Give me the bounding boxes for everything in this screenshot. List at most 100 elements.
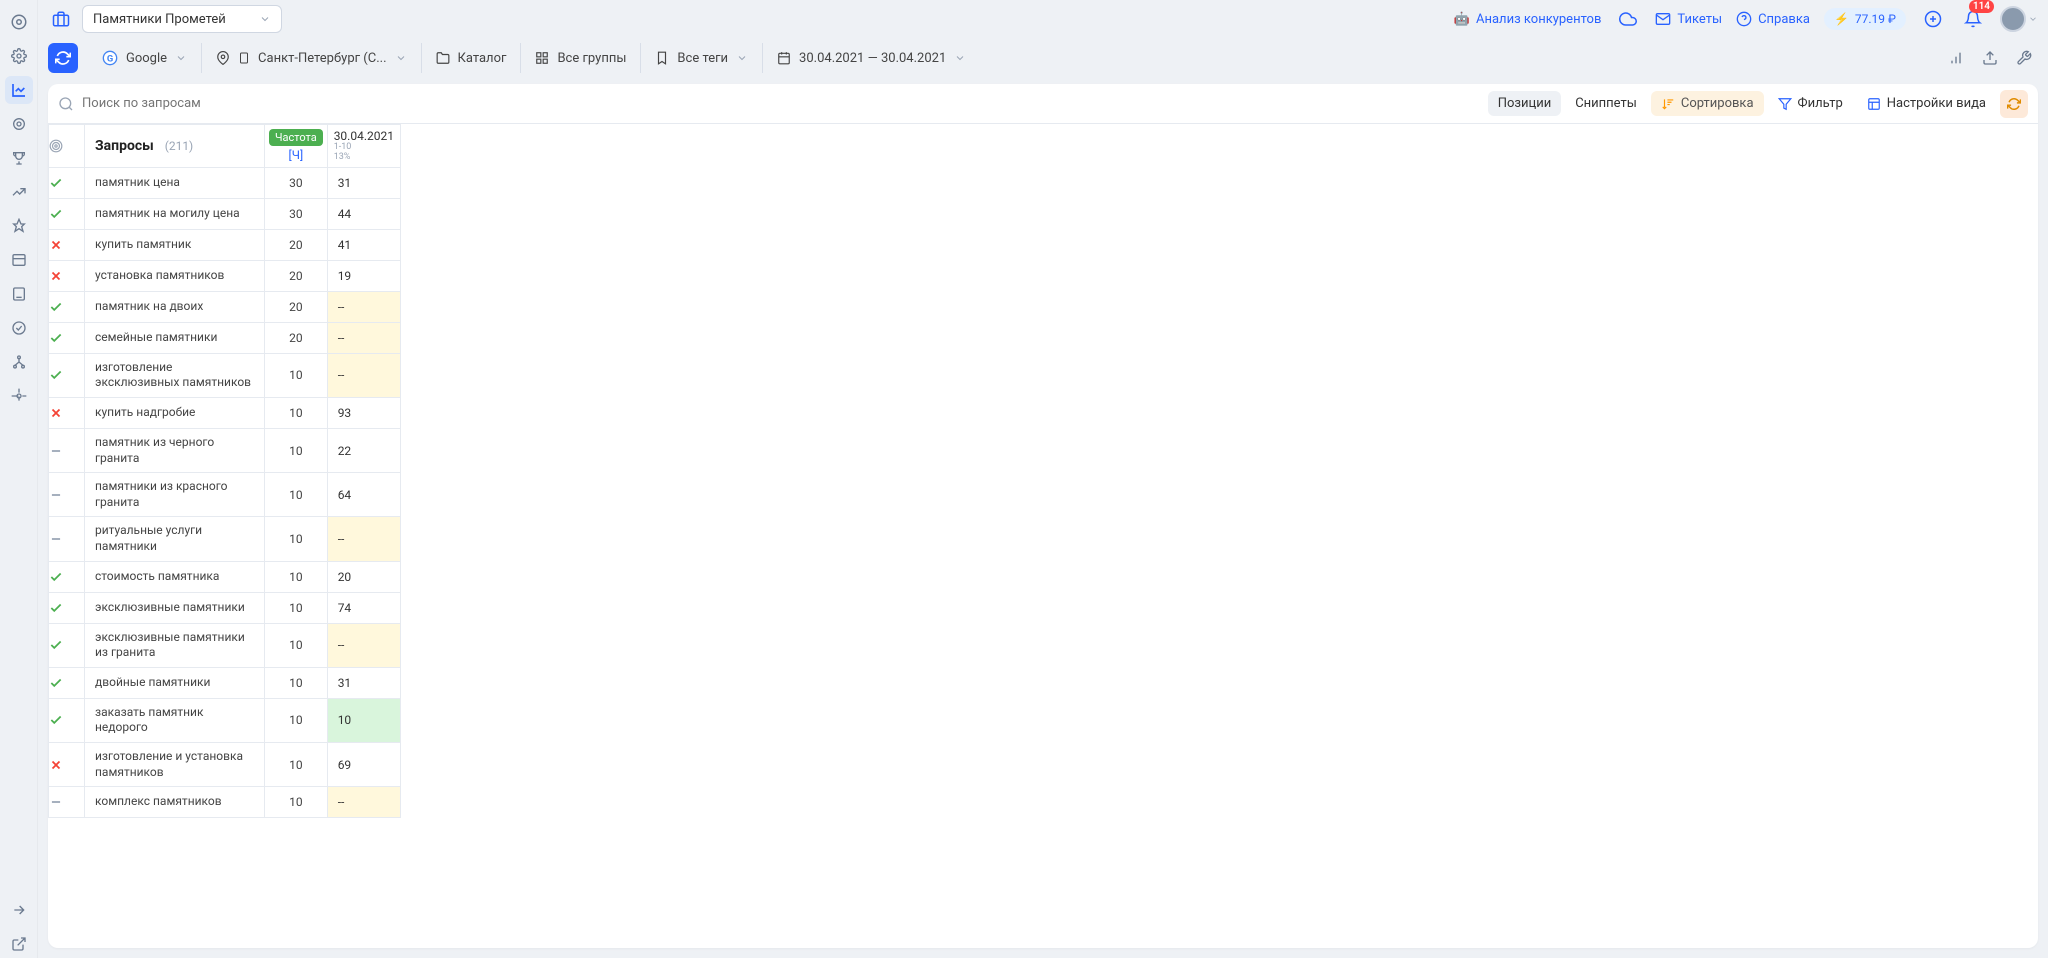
table-row[interactable]: памятник из черного гранита1022 <box>49 428 401 472</box>
user-menu[interactable] <box>2000 6 2038 32</box>
sort-icon <box>1661 97 1675 111</box>
snippets-tab[interactable]: Сниппеты <box>1565 91 1647 116</box>
query-cell: купить надгробие <box>85 397 265 428</box>
date-column-header[interactable]: 30.04.2021 1-10 13% <box>327 125 400 168</box>
position-cell: -- <box>327 322 400 353</box>
audit-icon[interactable] <box>5 314 33 342</box>
region-filter[interactable]: Санкт-Петербург (С... <box>201 43 420 73</box>
table-wrapper[interactable]: Запросы (211) Частота [Ч] 30.04.2021 1-1… <box>48 124 2038 948</box>
trophy-icon[interactable] <box>5 144 33 172</box>
table-row[interactable]: установка памятников2019 <box>49 260 401 291</box>
position-cell: 22 <box>327 428 400 472</box>
queries-table: Запросы (211) Частота [Ч] 30.04.2021 1-1… <box>48 124 401 818</box>
table-row[interactable]: изготовление и установка памятников1069 <box>49 742 401 786</box>
help-link[interactable]: Справка <box>1736 11 1810 27</box>
status-cell <box>49 742 85 786</box>
view-settings-button[interactable]: Настройки вида <box>1857 91 1996 116</box>
settings-icon[interactable] <box>5 382 33 410</box>
book-icon[interactable] <box>5 280 33 308</box>
cloud-sync-icon[interactable] <box>1615 6 1641 32</box>
table-row[interactable]: эксклюзивные памятники из гранита10-- <box>49 623 401 667</box>
query-cell: заказать памятник недорого <box>85 698 265 742</box>
table-row[interactable]: стоимость памятника1020 <box>49 561 401 592</box>
table-row[interactable]: двойные памятники1031 <box>49 667 401 698</box>
catalog-filter[interactable]: Каталог <box>421 43 521 73</box>
target-column-header[interactable] <box>49 125 85 168</box>
query-cell: установка памятников <box>85 260 265 291</box>
table-row[interactable]: комплекс памятников10-- <box>49 787 401 818</box>
status-cell <box>49 353 85 397</box>
sort-button[interactable]: Сортировка <box>1651 91 1764 116</box>
table-row[interactable]: эксклюзивные памятники1074 <box>49 592 401 623</box>
logo-icon[interactable] <box>5 8 33 36</box>
balance-pill[interactable]: ⚡ 77.19 ₽ <box>1824 8 1906 30</box>
position-cell: 20 <box>327 561 400 592</box>
stats-icon[interactable] <box>1942 44 1970 72</box>
trend-icon[interactable] <box>5 178 33 206</box>
table-row[interactable]: заказать памятник недорого1010 <box>49 698 401 742</box>
position-cell: 64 <box>327 473 400 517</box>
refresh-small-button[interactable] <box>2000 90 2028 118</box>
query-cell: купить памятник <box>85 229 265 260</box>
gear-icon[interactable] <box>5 42 33 70</box>
svg-text:G: G <box>107 53 113 64</box>
tags-filter[interactable]: Все теги <box>640 43 762 73</box>
chart-icon[interactable] <box>5 76 33 104</box>
query-cell: памятник из черного гранита <box>85 428 265 472</box>
refresh-button[interactable] <box>48 43 78 73</box>
position-cell: -- <box>327 353 400 397</box>
notification-button[interactable]: 114 <box>1960 6 1986 32</box>
add-button[interactable] <box>1920 6 1946 32</box>
position-cell: 44 <box>327 198 400 229</box>
table-row[interactable]: семейные памятники20-- <box>49 322 401 353</box>
status-cell <box>49 623 85 667</box>
engine-filter[interactable]: G Google <box>88 43 201 73</box>
table-row[interactable]: памятник цена3031 <box>49 167 401 198</box>
frequency-column-header[interactable]: Частота [Ч] <box>265 125 328 168</box>
filter-button[interactable]: Фильтр <box>1768 91 1853 116</box>
table-row[interactable]: купить надгробие1093 <box>49 397 401 428</box>
search-icon <box>58 96 74 112</box>
project-selector[interactable]: Памятники Прометей <box>82 5 282 33</box>
status-cell <box>49 198 85 229</box>
query-cell: стоимость памятника <box>85 561 265 592</box>
structure-icon[interactable] <box>5 348 33 376</box>
briefcase-icon[interactable] <box>48 6 74 32</box>
notification-badge: 114 <box>1969 0 1994 13</box>
tickets-link[interactable]: Тикеты <box>1655 11 1722 27</box>
table-row[interactable]: памятник на могилу цена3044 <box>49 198 401 229</box>
check-icon <box>49 570 84 584</box>
export-icon[interactable] <box>1976 44 2004 72</box>
table-row[interactable]: ритуальные услуги памятники10-- <box>49 517 401 561</box>
topbar: Памятники Прометей 🤖 Анализ конкурентов … <box>38 0 2048 38</box>
collapse-icon[interactable] <box>5 896 33 924</box>
table-row[interactable]: памятник на двоих20-- <box>49 291 401 322</box>
status-cell <box>49 787 85 818</box>
pin-icon[interactable] <box>5 212 33 240</box>
external-icon[interactable] <box>5 930 33 958</box>
freq-cell: 10 <box>265 517 328 561</box>
table-toolbar: Позиции Сниппеты Сортировка Фильтр Настр… <box>48 84 2038 124</box>
target-gear-icon[interactable] <box>5 110 33 138</box>
calendar-icon <box>777 51 791 65</box>
query-cell: памятник цена <box>85 167 265 198</box>
status-cell <box>49 229 85 260</box>
google-icon: G <box>102 50 118 66</box>
table-row[interactable]: памятники из красного гранита1064 <box>49 473 401 517</box>
competitor-analysis-link[interactable]: 🤖 Анализ конкурентов <box>1454 12 1602 27</box>
list-icon[interactable] <box>5 246 33 274</box>
positions-tab[interactable]: Позиции <box>1488 91 1562 116</box>
status-cell <box>49 397 85 428</box>
x-icon <box>49 269 84 283</box>
date-filter[interactable]: 30.04.2021 — 30.04.2021 <box>762 43 980 73</box>
groups-filter[interactable]: Все группы <box>520 43 640 73</box>
search-input[interactable] <box>82 96 1488 111</box>
table-row[interactable]: купить памятник2041 <box>49 229 401 260</box>
tools-icon[interactable] <box>2010 44 2038 72</box>
robot-icon: 🤖 <box>1454 12 1470 27</box>
content-panel: Позиции Сниппеты Сортировка Фильтр Настр… <box>48 84 2038 948</box>
table-row[interactable]: изготовление эксклюзивных памятников10-- <box>49 353 401 397</box>
queries-column-header[interactable]: Запросы (211) <box>85 125 265 168</box>
filter-icon <box>1778 97 1792 111</box>
status-cell <box>49 291 85 322</box>
